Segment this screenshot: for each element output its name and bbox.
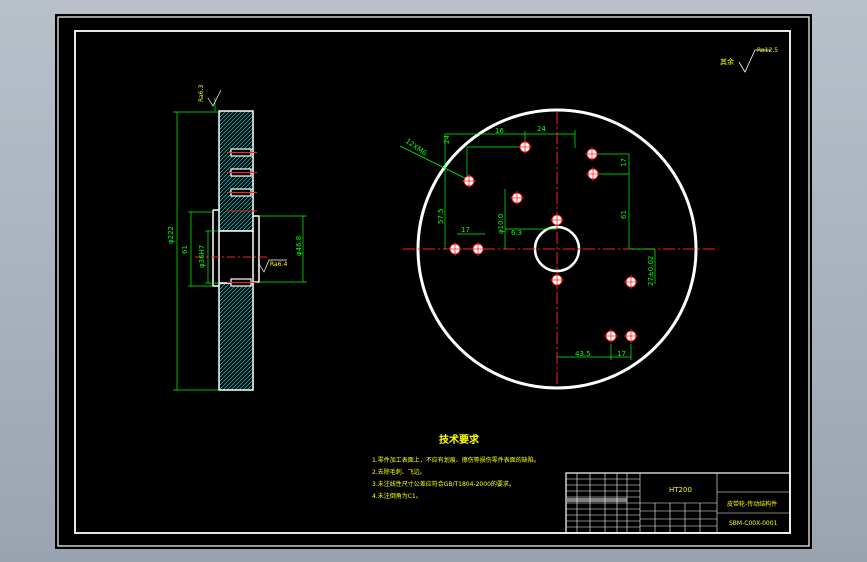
dim-17b: 17	[461, 226, 470, 234]
notes-title: 技术要求	[439, 433, 480, 446]
dim-61: 61	[181, 245, 189, 254]
dim-17a: 17	[620, 158, 628, 167]
note-3: 3.未注线性尺寸公差应符合GB/T1804-2000的要求。	[372, 480, 515, 488]
side-view: φ222 61 φ36H7 φ46.8 Ra6.3 Ra6.4	[167, 85, 307, 391]
note-4: 4.未注倒角为C1。	[372, 492, 422, 500]
part-name: 皮带轮-传动结构件	[727, 500, 777, 508]
dim-24b: 24	[537, 125, 546, 133]
rim-section-bottom	[218, 282, 254, 391]
note-1: 1.零件加工表面上，不应有划痕、擦伤等损伤零件表面的缺陷。	[372, 456, 540, 464]
note-2: 2.去除毛刺、飞边。	[372, 468, 426, 476]
outer-frame	[57, 16, 810, 547]
dim-phi10: φ10.0	[497, 214, 505, 234]
dim-outer-diameter: φ222	[167, 226, 175, 244]
drawing-sheet: 其余 Ra12.5 φ222 61 φ36H7 φ46.8 Ra6.3 Ra6.…	[55, 14, 812, 549]
dim-17c: 17	[617, 350, 626, 358]
dim-27: 27±0.02	[647, 256, 655, 286]
roughness-symbol: 其余 Ra12.5	[720, 47, 778, 73]
thread-callout: 12XM6	[404, 137, 429, 158]
roughness-note: 其余	[720, 57, 734, 66]
cad-drawing: 其余 Ra12.5 φ222 61 φ36H7 φ46.8 Ra6.3 Ra6.…	[57, 16, 810, 547]
bolt-holes	[448, 140, 638, 343]
front-view: 12XM6 24 16 24 17 61 17 57.5 φ10.0 6.3 2…	[399, 108, 715, 390]
technical-notes: 技术要求 1.零件加工表面上，不应有划痕、擦伤等损伤零件表面的缺陷。 2.去除毛…	[372, 433, 540, 500]
dim-43-5: 43.5	[575, 350, 591, 358]
roughness-bore: Ra6.4	[270, 261, 287, 268]
dim-24a: 24	[443, 135, 451, 144]
dim-hub: φ46.8	[295, 236, 303, 256]
drawing-number: SBM-C00X-0001	[729, 520, 778, 527]
dim-57-5: 57.5	[437, 208, 445, 224]
dim-16: 16	[495, 127, 504, 135]
roughness-value: Ra12.5	[757, 47, 778, 54]
dim-6-3: 6.3	[511, 229, 522, 237]
dim-inner: φ36H7	[198, 245, 206, 268]
roughness-top: Ra6.3	[198, 85, 205, 102]
material: HT200	[669, 486, 692, 494]
title-block: HT200 皮带轮-传动结构件 SBM-C00X-0001	[565, 472, 791, 534]
dim-61-front: 61	[620, 210, 628, 219]
